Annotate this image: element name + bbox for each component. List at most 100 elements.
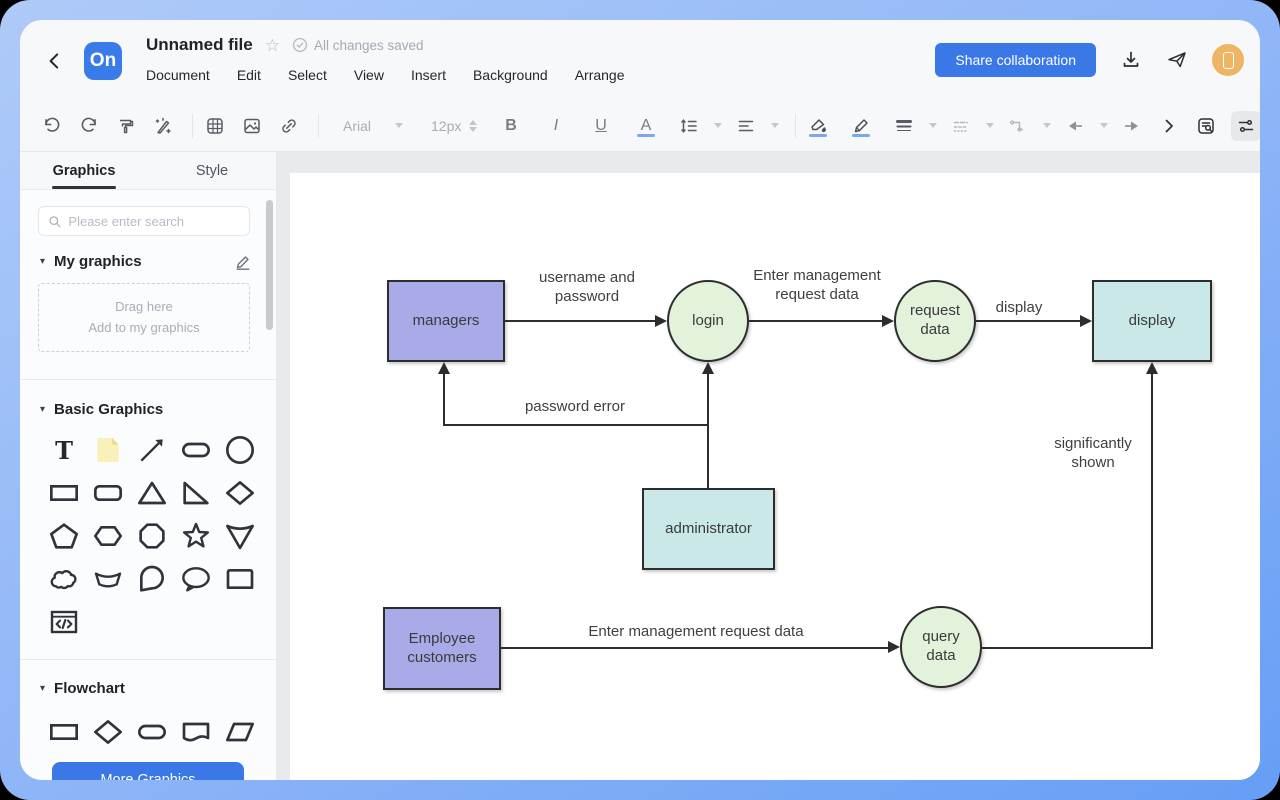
line-weight-icon[interactable] — [892, 114, 916, 138]
shape-arc-band-icon[interactable] — [90, 561, 126, 597]
settings-sliders-icon[interactable] — [1231, 111, 1260, 141]
fill-color-icon[interactable] — [806, 114, 830, 138]
shape-diamond-icon[interactable] — [222, 475, 258, 511]
tab-style[interactable]: Style — [148, 152, 276, 189]
menu-view[interactable]: View — [354, 67, 384, 83]
undo-icon[interactable] — [40, 114, 64, 138]
font-family-select[interactable]: Arial — [343, 118, 391, 134]
magic-pen-icon[interactable] — [151, 114, 175, 138]
shape-hexagon-icon[interactable] — [90, 518, 126, 554]
menu-edit[interactable]: Edit — [237, 67, 261, 83]
doc-search-icon[interactable] — [1194, 114, 1218, 138]
edge-label-display[interactable]: display — [989, 299, 1049, 318]
redo-icon[interactable] — [77, 114, 101, 138]
edge-managers-login[interactable] — [505, 320, 655, 322]
arrow-start-icon[interactable] — [1063, 114, 1087, 138]
sidebar-scrollbar[interactable] — [266, 200, 273, 330]
edge-label-significantly-shown[interactable]: significantly shown — [1038, 435, 1148, 473]
shape-triangle-icon[interactable] — [134, 475, 170, 511]
collapse-caret-icon[interactable]: ▾ — [40, 683, 45, 694]
shape-document-icon[interactable] — [178, 714, 214, 750]
menu-document[interactable]: Document — [146, 67, 210, 83]
connector-type-icon[interactable] — [1006, 114, 1030, 138]
search-input[interactable] — [68, 214, 240, 229]
edge-label-enter-management[interactable]: Enter management request data — [737, 267, 897, 305]
menu-background[interactable]: Background — [473, 67, 548, 83]
shape-decision-icon[interactable] — [90, 714, 126, 750]
tab-graphics[interactable]: Graphics — [20, 152, 148, 189]
shape-cloud-icon[interactable] — [46, 561, 82, 597]
shape-arrow-icon[interactable] — [134, 432, 170, 468]
shape-process-icon[interactable] — [46, 714, 82, 750]
menu-select[interactable]: Select — [288, 67, 327, 83]
canvas-page[interactable]: managers login request data display admi… — [290, 173, 1260, 780]
line-spacing-icon[interactable] — [677, 114, 701, 138]
shape-octagon-icon[interactable] — [134, 518, 170, 554]
text-align-icon[interactable] — [734, 114, 758, 138]
back-icon[interactable] — [44, 50, 66, 72]
format-painter-icon[interactable] — [114, 114, 138, 138]
edge-login-request[interactable] — [749, 320, 882, 322]
edge-label-enter-management-bottom[interactable]: Enter management request data — [581, 623, 811, 642]
shape-right-triangle-icon[interactable] — [178, 475, 214, 511]
shape-star-icon[interactable] — [178, 518, 214, 554]
shape-sticky-note-icon[interactable] — [90, 432, 126, 468]
edge-password-error-v[interactable] — [443, 374, 445, 424]
node-query-data[interactable]: query data — [900, 606, 982, 688]
font-color-button[interactable]: A — [634, 114, 658, 138]
arrow-end-icon[interactable] — [1120, 114, 1144, 138]
edge-query-display-h[interactable] — [982, 647, 1153, 649]
file-name[interactable]: Unnamed file — [146, 35, 253, 55]
shape-cone-icon[interactable] — [222, 518, 258, 554]
node-managers[interactable]: managers — [387, 280, 505, 362]
table-icon[interactable] — [203, 114, 227, 138]
my-graphics-header[interactable]: ▾ My graphics — [40, 253, 142, 270]
font-size-stepper[interactable] — [469, 120, 477, 132]
shape-parallelogram-icon[interactable] — [222, 714, 258, 750]
menu-insert[interactable]: Insert — [411, 67, 446, 83]
node-administrator[interactable]: administrator — [642, 488, 775, 570]
drag-drop-zone[interactable]: Drag here Add to my graphics — [38, 283, 250, 352]
edge-employee-query[interactable] — [501, 647, 888, 649]
edit-pencil-icon[interactable] — [234, 253, 252, 271]
edge-administrator-login[interactable] — [707, 374, 709, 488]
edge-label-username-password[interactable]: username and password — [512, 269, 662, 307]
download-icon[interactable] — [1120, 49, 1142, 71]
app-logo[interactable]: On — [84, 42, 122, 80]
edge-label-password-error[interactable]: password error — [515, 398, 635, 417]
send-icon[interactable] — [1166, 49, 1188, 71]
shape-pentagon-icon[interactable] — [46, 518, 82, 554]
toolbar-more-icon[interactable] — [1157, 114, 1181, 138]
edge-password-error-h[interactable] — [443, 424, 709, 426]
share-collaboration-button[interactable]: Share collaboration — [935, 43, 1096, 77]
shape-stadium-icon[interactable] — [178, 432, 214, 468]
shape-code-block-icon[interactable] — [46, 604, 82, 640]
font-size-select[interactable]: 12px — [431, 118, 465, 134]
collapse-caret-icon[interactable]: ▾ — [40, 404, 45, 415]
more-graphics-button[interactable]: More Graphics — [52, 762, 244, 780]
flowchart-header[interactable]: ▾ Flowchart — [40, 680, 125, 697]
shape-speech-bubble-icon[interactable] — [178, 561, 214, 597]
underline-button[interactable]: U — [589, 114, 613, 138]
italic-button[interactable]: I — [544, 114, 568, 138]
line-style-icon[interactable] — [949, 114, 973, 138]
edge-request-display[interactable] — [976, 320, 1080, 322]
bold-button[interactable]: B — [499, 114, 523, 138]
shape-terminator-icon[interactable] — [134, 714, 170, 750]
edge-query-display-v[interactable] — [1151, 374, 1153, 648]
shape-teardrop-icon[interactable] — [134, 561, 170, 597]
collapse-caret-icon[interactable]: ▾ — [40, 256, 45, 267]
image-icon[interactable] — [240, 114, 264, 138]
shape-card-icon[interactable] — [222, 561, 258, 597]
avatar[interactable] — [1212, 44, 1244, 76]
node-request-data[interactable]: request data — [894, 280, 976, 362]
shape-rectangle-icon[interactable] — [46, 475, 82, 511]
menu-arrange[interactable]: Arrange — [575, 67, 625, 83]
basic-graphics-header[interactable]: ▾ Basic Graphics — [40, 401, 163, 418]
shape-circle-icon[interactable] — [222, 432, 258, 468]
shape-text-icon[interactable]: T — [46, 432, 82, 468]
node-employee-customers[interactable]: Employee customers — [383, 607, 501, 690]
node-display[interactable]: display — [1092, 280, 1212, 362]
star-icon[interactable]: ☆ — [265, 37, 280, 54]
stroke-color-icon[interactable] — [849, 114, 873, 138]
